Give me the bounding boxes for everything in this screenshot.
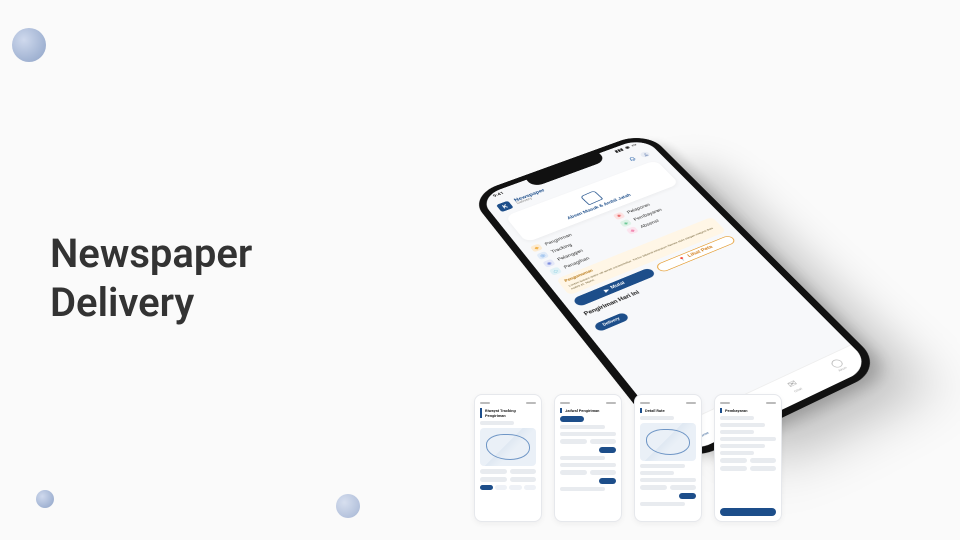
thumb-line (720, 444, 765, 448)
page-title: Newspaper Delivery (50, 230, 252, 328)
thumb-line (720, 423, 765, 427)
signal-icon: ▮▮▮ (614, 148, 625, 154)
thumb-status-bar (560, 400, 616, 405)
decorative-orb (36, 490, 54, 508)
bell-icon[interactable] (626, 155, 638, 163)
thumb-line (560, 425, 605, 429)
absensi-icon: ◆ (626, 226, 639, 235)
thumb-line (640, 464, 685, 468)
status-bar-time: 9:41 (492, 191, 505, 198)
thumb-line (560, 456, 605, 460)
avatar[interactable] (639, 151, 651, 158)
battery-icon: ▭ (630, 143, 638, 148)
tab-chat[interactable]: ✉ Chat (786, 380, 803, 394)
pelaporan-icon: ✱ (613, 212, 626, 220)
pengiriman-icon: ◆ (530, 243, 543, 252)
tracking-icon: ◎ (536, 251, 549, 260)
filter-chip-delivery[interactable]: Delivery (593, 312, 630, 332)
play-icon: ▶ (603, 287, 611, 293)
thumb-line (720, 430, 754, 434)
thumb-stats (480, 469, 536, 474)
thumb-line (560, 487, 605, 491)
thumb-line (560, 463, 616, 467)
thumb-tracking-history[interactable]: Riwayat Tracking Pengiriman (474, 394, 542, 522)
phone-mockup: 9:41 ▮▮▮ ◉ ▭ K Newspaper Delivery (552, 56, 852, 396)
section-title: Pengiriman Hari Ini (583, 246, 746, 316)
thumb-payment[interactable]: Pembayaran (714, 394, 782, 522)
thumb-stats (480, 477, 536, 482)
thumb-nav (480, 485, 536, 490)
pelanggan-icon: ◉ (542, 259, 555, 268)
thumb-line (640, 502, 685, 506)
thumb-submit-button (720, 508, 776, 516)
thumb-tab (560, 416, 584, 422)
decorative-orb (336, 494, 360, 518)
thumb-map (480, 428, 536, 466)
thumb-status-bar (720, 400, 776, 405)
thumb-line (640, 471, 674, 475)
thumb-title: Jadwal Pengiriman (560, 408, 616, 413)
thumbnail-row: Riwayat Tracking Pengiriman Jadwal Pengi… (474, 394, 782, 522)
penagihan-icon: ◇ (549, 267, 562, 276)
pin-icon: 📍 (678, 256, 688, 262)
thumb-schedule[interactable]: Jadwal Pengiriman (554, 394, 622, 522)
thumb-line (640, 478, 696, 482)
wifi-icon: ◉ (624, 145, 631, 150)
decorative-orb (12, 28, 46, 62)
pembayaran-icon: ◈ (619, 219, 632, 227)
thumb-line (720, 416, 754, 420)
thumb-route-detail[interactable]: Detail Rute (634, 394, 702, 522)
thumb-line (480, 421, 514, 425)
thumb-title: Pembayaran (720, 408, 776, 413)
thumb-line (560, 432, 616, 436)
app-logo: K (496, 201, 514, 213)
thumb-line (720, 451, 754, 455)
headline-line-2: Delivery (50, 279, 194, 326)
thumb-line (640, 416, 674, 420)
thumb-action (599, 447, 616, 453)
thumb-map (640, 423, 696, 461)
tab-akun[interactable]: ◯ Akun (829, 358, 848, 372)
thumb-status-bar (480, 400, 536, 405)
thumb-title: Detail Rute (640, 408, 696, 413)
thumb-title: Riwayat Tracking Pengiriman (480, 408, 536, 418)
thumb-action (679, 493, 696, 499)
thumb-line (720, 437, 776, 441)
headline-line-1: Newspaper (50, 230, 252, 277)
thumb-action (599, 478, 616, 484)
status-bar-right: ▮▮▮ ◉ ▭ (614, 143, 638, 154)
thumb-status-bar (640, 400, 696, 405)
